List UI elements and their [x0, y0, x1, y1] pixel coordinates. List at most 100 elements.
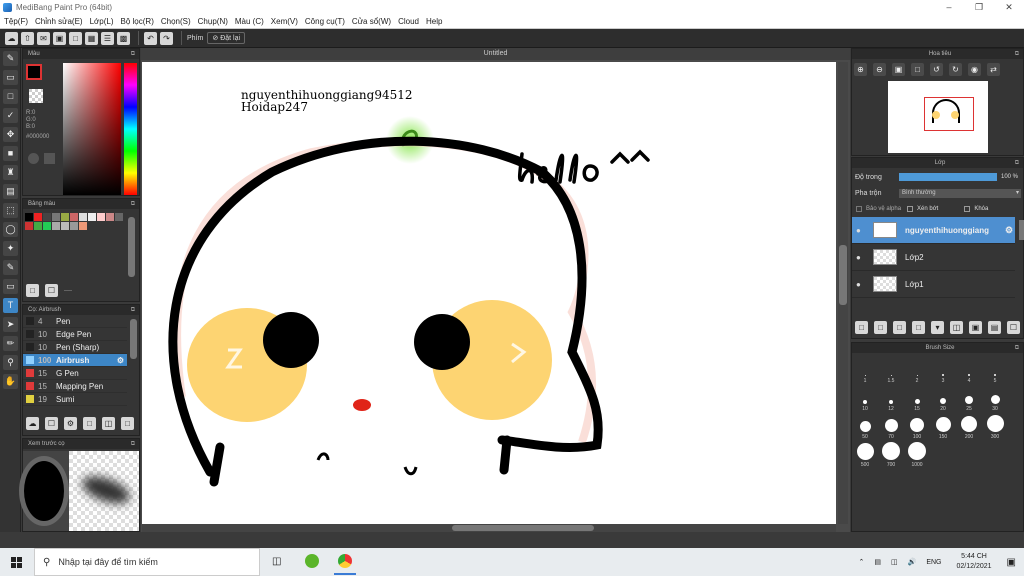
color-wheel-icon[interactable] [28, 153, 39, 164]
rotate-right-icon[interactable]: ↻ [949, 63, 962, 76]
layer-scrollbar[interactable] [1019, 220, 1024, 240]
opacity-slider[interactable] [899, 173, 997, 181]
brush-size-option[interactable]: 700 [878, 440, 904, 468]
hue-slider[interactable] [124, 63, 137, 195]
battery-icon[interactable]: ◫ [891, 558, 898, 566]
brush-size-option[interactable]: 12 [878, 384, 904, 412]
expand-icon[interactable]: ⧉ [131, 305, 135, 315]
palette-swatch[interactable] [88, 213, 96, 221]
lock-checkbox[interactable] [964, 206, 971, 212]
text-icon[interactable]: T [3, 298, 18, 313]
palette-swatch[interactable] [115, 213, 123, 221]
chat-icon[interactable]: ✉ [37, 31, 50, 45]
brush-size-option[interactable]: 25 [956, 384, 982, 412]
brush-size-option[interactable]: 200 [956, 412, 982, 440]
new-palette-icon[interactable]: □ [26, 284, 39, 297]
palette-swatch[interactable] [43, 213, 51, 221]
brush-settings-icon[interactable]: ⚙ [64, 417, 77, 430]
pen-icon[interactable]: ✏ [3, 336, 18, 351]
canvas-tab[interactable]: Untitled [141, 48, 850, 60]
menu-layer[interactable]: Lớp(L) [90, 17, 114, 26]
palette-swatch[interactable] [79, 222, 87, 230]
menu-tools[interactable]: Công cụ(T) [305, 17, 345, 26]
saturation-value-picker[interactable] [63, 63, 121, 195]
network-icon[interactable]: ▤ [874, 558, 881, 566]
operation-icon[interactable]: ➤ [3, 317, 18, 332]
menu-filter[interactable]: Bộ lọc(R) [121, 17, 154, 26]
brush-new-icon[interactable]: □ [121, 417, 134, 430]
canvas-horizontal-thumb[interactable] [452, 525, 594, 531]
brush-item[interactable]: 10 Pen (Sharp) [23, 341, 127, 354]
palette-swatch[interactable] [61, 222, 69, 230]
new-1bit-layer-icon[interactable]: □ [912, 321, 925, 334]
select-eraser-icon[interactable]: ▭ [3, 279, 18, 294]
foreground-color[interactable] [26, 64, 42, 80]
brush-item[interactable]: 100 Airbrush ⚙ [23, 354, 127, 367]
brush-size-option[interactable]: 5 [982, 356, 1008, 384]
drawing-canvas[interactable]: nguyenthihuonggiang94512 Hoidap247 [142, 62, 836, 524]
menu-file[interactable]: Tệp(F) [4, 17, 28, 26]
palette-swatch[interactable] [97, 213, 105, 221]
new-8bit-layer-icon[interactable]: □ [893, 321, 906, 334]
palette-swatch[interactable] [52, 222, 60, 230]
brush-size-option[interactable]: 1 [852, 356, 878, 384]
brush-folder-icon[interactable]: ◫ [102, 417, 115, 430]
layer-type-dropdown-icon[interactable]: ▾ [931, 321, 944, 334]
menu-edit[interactable]: Chỉnh sửa(E) [35, 17, 83, 26]
layout-icon[interactable]: ▩ [117, 31, 130, 45]
app-green-icon[interactable] [305, 554, 319, 568]
brush-size-option[interactable]: 150 [930, 412, 956, 440]
expand-icon[interactable]: ⧉ [1015, 158, 1019, 168]
eye-icon[interactable]: ● [856, 253, 865, 262]
palette-swatch[interactable] [34, 222, 42, 230]
page-icon[interactable]: □ [69, 31, 82, 45]
close-button[interactable]: ✕ [994, 0, 1024, 15]
task-view-icon[interactable]: ◫ [272, 556, 281, 567]
brush-size-option[interactable]: 100 [904, 412, 930, 440]
clipping-checkbox[interactable] [907, 206, 914, 212]
brush-size-option[interactable]: 300 [982, 412, 1008, 440]
brush-size-option[interactable]: 500 [852, 440, 878, 468]
language-indicator[interactable]: ENG [926, 559, 941, 566]
palette-swatch[interactable] [43, 222, 51, 230]
line-icon[interactable]: ✓ [3, 108, 18, 123]
redo-icon[interactable]: ↷ [160, 31, 173, 45]
palette-swatch[interactable] [25, 222, 33, 230]
alpha-protect-checkbox[interactable] [856, 206, 862, 212]
fill-rect-icon[interactable]: ■ [3, 146, 18, 161]
menu-view[interactable]: Xem(V) [271, 17, 298, 26]
color-slider-icon[interactable] [44, 153, 55, 164]
new-layer-icon[interactable]: □ [855, 321, 868, 334]
palette-swatch[interactable] [106, 213, 114, 221]
rect-icon[interactable]: □ [3, 89, 18, 104]
list-icon[interactable]: ☰ [101, 31, 114, 45]
clock[interactable]: 5:44 CH 02/12/2021 [952, 552, 997, 572]
taskbar-search[interactable]: ⚲ Nhập tại đây để tìm kiếm [34, 548, 260, 576]
merge-layer-icon[interactable]: ▤ [988, 321, 1001, 334]
comment-icon[interactable]: ▣ [53, 31, 66, 45]
brush-item[interactable]: 15 G Pen [23, 367, 127, 380]
brush-icon[interactable]: ✎ [3, 51, 18, 66]
transparent-color[interactable] [29, 89, 43, 103]
actual-size-icon[interactable]: □ [911, 63, 924, 76]
brush-size-option[interactable]: 70 [878, 412, 904, 440]
rotate-left-icon[interactable]: ↺ [930, 63, 943, 76]
brush-size-option[interactable]: 50 [852, 412, 878, 440]
gear-icon[interactable]: ⚙ [1005, 225, 1013, 236]
lasso-icon[interactable]: ◯ [3, 222, 18, 237]
undo-icon[interactable]: ↶ [144, 31, 157, 45]
brush-size-option[interactable]: 1000 [904, 440, 930, 468]
palette-scrollbar[interactable] [128, 217, 135, 277]
gear-icon[interactable]: ⚙ [117, 356, 124, 365]
move-icon[interactable]: ✥ [3, 127, 18, 142]
blend-mode-select[interactable]: Bình thường ▾ [899, 189, 1021, 198]
palette-swatch[interactable] [70, 222, 78, 230]
palette-swatch[interactable] [52, 213, 60, 221]
brush-item[interactable]: 15 Mapping Pen [23, 380, 127, 393]
brush-item[interactable]: 4 Pen [23, 315, 127, 328]
brush-size-option[interactable]: 30 [982, 384, 1008, 412]
fit-icon[interactable]: ▣ [892, 63, 905, 76]
reset-button[interactable]: ⊘ Đặt lại [207, 32, 246, 44]
volume-icon[interactable]: 🔊 [908, 558, 917, 566]
layer-item-lop2[interactable]: ● Lớp2 [852, 244, 1015, 271]
